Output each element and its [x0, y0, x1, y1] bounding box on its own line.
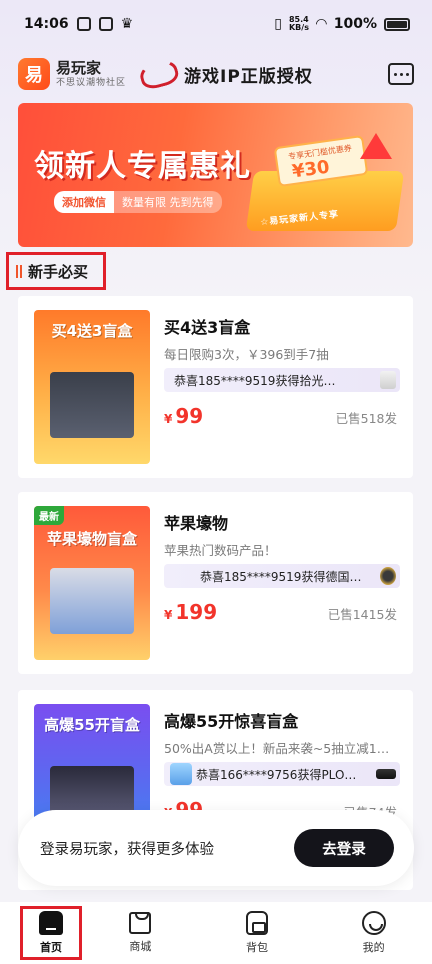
app-header: 易 易玩家 不思议潮物社区 游戏IP正版授权 [18, 54, 414, 94]
section-title-text: 新手必买 [28, 262, 89, 281]
wifi-icon: ◠ [315, 16, 327, 32]
price-currency: ¥ [164, 412, 173, 426]
banner-cta: 添加微信 数量有限 先到先得 [54, 191, 222, 213]
thumbnail-title: 高爆55开盲盒 [44, 716, 140, 734]
price-currency: ¥ [164, 608, 173, 622]
app-name: 易玩家 [56, 59, 102, 77]
nav-label: 背包 [246, 941, 268, 954]
product-price: ¥ 99 [164, 404, 203, 428]
product-thumbnail: 最新 苹果壕物盲盒 [34, 506, 150, 660]
crown-icon: ♛ [120, 16, 134, 32]
login-button[interactable]: 去登录 [294, 829, 394, 867]
winner-ticker-text: 恭喜185****9519获得德国… [200, 569, 362, 584]
price-value: 99 [175, 404, 204, 428]
banner-pill-primary: 添加微信 [54, 191, 114, 213]
app-slogan: 不思议潮物社区 [56, 78, 127, 88]
prize-thumbnail-icon [380, 371, 396, 389]
sold-count: 已售1415发 [327, 607, 397, 622]
product-card[interactable]: 买4送3盲盒 买4送3盲盒 每日限购3次，￥396到手7抽 恭喜185****9… [18, 296, 413, 478]
login-prompt-bar: 登录易玩家，获得更多体验 去登录 [18, 810, 414, 886]
winner-ticker-text: 恭喜185****9519获得拾光… [174, 373, 336, 388]
banner-title: 领新人专属惠礼 [34, 149, 251, 184]
product-description: 每日限购3次，￥396到手7抽 [164, 347, 329, 362]
prize-thumbnail-icon [376, 769, 396, 779]
product-image [50, 568, 134, 634]
battery-icon [384, 17, 410, 31]
winner-ticker: 恭喜166****9756获得PLO… [164, 762, 400, 786]
backpack-icon [246, 911, 268, 935]
nav-label: 我的 [362, 941, 385, 954]
app-notification-icon [98, 17, 113, 31]
shop-bag-icon [129, 912, 152, 934]
battery-percent: 100% [333, 16, 377, 32]
status-bar: 14:06 ♛ ▯ 85.4 KB/s ◠ 100% [0, 0, 432, 48]
notification-icon [76, 17, 91, 31]
nav-shop[interactable]: 商城 [82, 902, 199, 964]
gift-box-illustration: 专享无门槛优惠券 ¥30 ☆易玩家新人专享 [240, 133, 405, 233]
section-title: 新手必买 [6, 252, 106, 290]
product-card[interactable]: 最新 苹果壕物盲盒 苹果壕物 苹果热门数码产品！ 恭喜185****9519获得… [18, 492, 413, 674]
prize-thumbnail-icon [380, 567, 396, 585]
product-name: 买4送3盲盒 [164, 318, 251, 337]
product-name: 苹果壕物 [164, 514, 229, 533]
section-marker-icon [16, 264, 22, 278]
ip-license-text: 游戏IP正版授权 [184, 66, 313, 87]
home-icon [39, 911, 63, 935]
winner-ticker: 恭喜185****9519获得拾光… [164, 368, 400, 392]
network-speed: 85.4 KB/s [289, 16, 309, 32]
vibrate-icon: ▯ [274, 16, 282, 32]
network-speed-unit: KB/s [288, 23, 309, 32]
winner-avatar [170, 763, 192, 785]
new-badge: 最新 [34, 506, 64, 525]
nav-backpack[interactable]: 背包 [199, 902, 316, 964]
sold-count: 已售518发 [335, 411, 397, 426]
status-time: 14:06 [24, 16, 69, 32]
nav-label: 商城 [129, 940, 152, 953]
nav-label: 首页 [40, 941, 62, 954]
product-price: ¥ 199 [164, 600, 217, 624]
nav-profile[interactable]: 我的 [315, 902, 432, 964]
app-brand: 易玩家 不思议潮物社区 [56, 59, 126, 89]
netease-logo-icon [137, 56, 181, 92]
product-description: 苹果热门数码产品！ [164, 543, 277, 558]
product-thumbnail: 买4送3盲盒 [34, 310, 150, 464]
price-value: 199 [175, 600, 218, 624]
promo-banner[interactable]: 领新人专属惠礼 添加微信 数量有限 先到先得 专享无门槛优惠券 ¥30 ☆易玩家… [18, 103, 413, 247]
winner-ticker-text: 恭喜166****9756获得PLO… [196, 767, 357, 782]
banner-pill-secondary: 数量有限 先到先得 [114, 191, 222, 213]
product-image [50, 372, 134, 438]
app-logo-icon: 易 [18, 58, 50, 90]
login-prompt-text: 登录易玩家，获得更多体验 [40, 841, 214, 858]
thumbnail-title: 苹果壕物盲盒 [46, 530, 137, 548]
winner-ticker: 恭喜185****9519获得德国… [164, 564, 400, 588]
crown-decoration-icon [360, 133, 392, 159]
message-icon[interactable] [388, 63, 414, 85]
bottom-nav: 首页 商城 背包 我的 [0, 902, 432, 964]
thumbnail-title: 买4送3盲盒 [51, 322, 133, 340]
product-description: 50%出A赏以上！新品来袭~5抽立减1… [164, 741, 390, 756]
nav-home[interactable]: 首页 [20, 906, 82, 960]
product-name: 高爆55开惊喜盲盒 [164, 712, 299, 731]
profile-icon [361, 911, 386, 935]
